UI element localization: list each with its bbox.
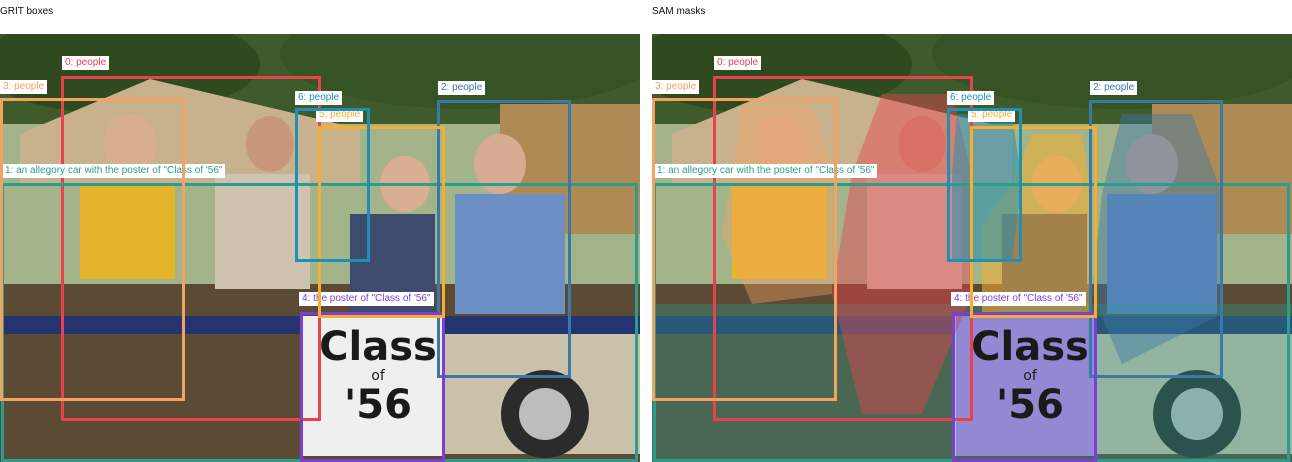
- mask-box-2-people: [1089, 100, 1223, 378]
- box-label-0: 0: people: [62, 56, 110, 70]
- mask-box-label-6: 6: people: [947, 91, 995, 105]
- box-label-3: 3: people: [0, 80, 48, 94]
- box-2-people: [437, 100, 571, 378]
- sam-masks-image: Class of '56 0: people 1: an allegory ca…: [652, 34, 1292, 462]
- box-label-2: 2: people: [438, 81, 486, 95]
- mask-box-3-people: [652, 98, 837, 401]
- box-3-people: [0, 98, 185, 401]
- box-label-6: 6: people: [295, 91, 343, 105]
- mask-box-4-poster: [952, 312, 1097, 462]
- box-4-poster: [300, 312, 445, 462]
- right-panel-title: SAM masks: [652, 6, 706, 17]
- grit-boxes-image: Class of '56 0: people 1: an allegory ca…: [0, 34, 640, 462]
- box-6-people: [295, 108, 370, 262]
- mask-box-label-3: 3: people: [652, 80, 700, 94]
- mask-box-label-2: 2: people: [1090, 81, 1138, 95]
- left-panel-title: GRIT boxes: [0, 6, 54, 17]
- mask-box-6-people: [947, 108, 1022, 262]
- mask-box-label-0: 0: people: [714, 56, 762, 70]
